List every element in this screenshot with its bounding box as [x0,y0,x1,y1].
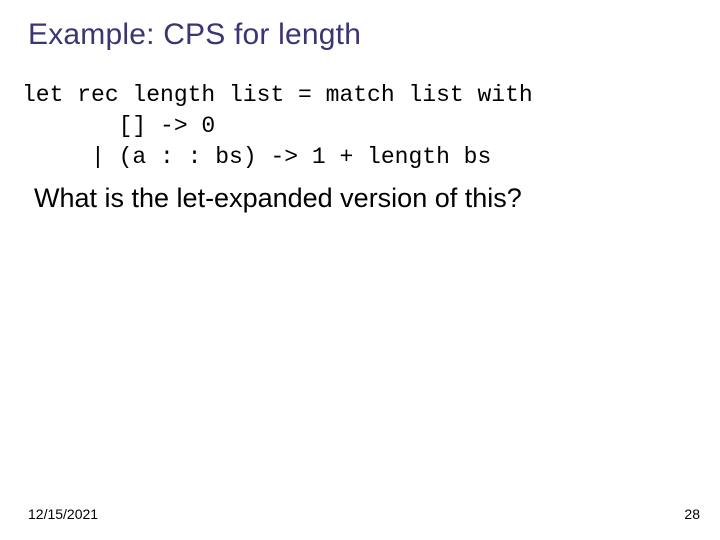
slide-footer: 12/15/2021 28 [28,506,700,522]
footer-date: 12/15/2021 [28,506,98,522]
code-line-2: [] -> 0 [22,113,215,139]
question-text: What is the let-expanded version of this… [34,183,692,214]
page-number: 28 [684,506,700,522]
code-line-3: | (a : : bs) -> 1 + length bs [22,144,491,170]
code-line-1: let rec length list = match list with [22,82,533,108]
slide-title: Example: CPS for length [28,18,692,52]
code-block: let rec length list = match list with []… [22,80,692,173]
